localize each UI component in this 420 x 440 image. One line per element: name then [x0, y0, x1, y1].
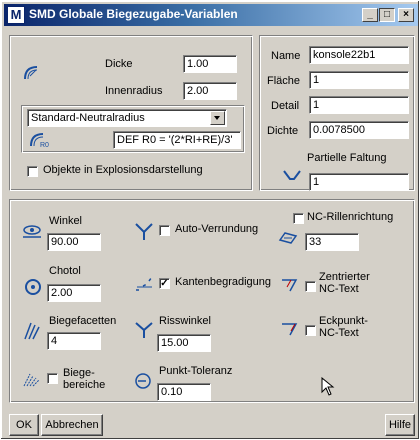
point-tolerance-icon	[135, 373, 151, 389]
close-button[interactable]: ×	[398, 8, 414, 22]
partielle-faltung-label: Partielle Faltung	[307, 152, 387, 164]
punkt-toleranz-field[interactable]: 0.10	[157, 383, 211, 401]
dicke-field[interactable]: 1.00	[183, 55, 237, 73]
chotol-field[interactable]: 2.00	[47, 284, 101, 302]
kantenbegradigung-label: Kantenbegradigung	[175, 276, 272, 288]
partial-fold-icon	[283, 170, 301, 180]
svg-text:R0: R0	[40, 142, 49, 149]
title-bar[interactable]: M SMD Globale Biegezugabe-Variablen _ □ …	[4, 4, 418, 26]
name-field[interactable]: konsole22b1	[309, 46, 409, 64]
cancel-button[interactable]: Abbrechen	[41, 414, 103, 436]
nc-rillenrichtung-checkbox[interactable]	[293, 213, 304, 224]
minimize-button[interactable]: _	[362, 8, 378, 22]
flaeche-label: Fläche	[267, 75, 301, 87]
innenradius-field[interactable]: 2.00	[183, 82, 237, 100]
window-title: SMD Globale Biegezugabe-Variablen	[29, 7, 238, 21]
flaeche-field[interactable]: 1	[309, 71, 409, 89]
angle-eye-icon	[23, 225, 41, 238]
app-logo-icon: M	[7, 6, 25, 24]
chord-tolerance-icon	[25, 279, 41, 295]
biegefacetten-field[interactable]: 4	[47, 332, 101, 350]
chevron-down-icon[interactable]	[210, 111, 225, 125]
eckpunkt-nc-text-checkbox[interactable]	[305, 325, 316, 336]
maximize-button[interactable]: □	[379, 8, 395, 22]
kantenbegradigung-checkbox[interactable]: ✓	[159, 278, 170, 289]
eckpunkt-label-2: NC-Text	[319, 327, 359, 339]
neutralradius-select-value: Standard-Neutralradius	[31, 112, 145, 124]
biegebereiche-label-1: Biege-	[63, 367, 95, 379]
tear-angle-icon	[135, 322, 153, 338]
nc-groove-icon	[278, 232, 298, 244]
nc-rillenrichtung-label: NC-Rillenrichtung	[307, 211, 394, 223]
bend-radius-icon	[24, 66, 38, 80]
risswinkel-field[interactable]: 15.00	[157, 334, 211, 352]
edge-straighten-icon	[136, 276, 153, 291]
auto-verrundung-label: Auto-Verrundung	[175, 223, 259, 235]
partielle-faltung-field[interactable]: 1	[309, 173, 409, 191]
name-label: Name	[271, 50, 301, 62]
explosion-label: Objekte in Explosionsdarstellung	[43, 164, 203, 176]
nc-text-corner-icon	[282, 323, 298, 336]
explosion-checkbox[interactable]	[27, 166, 38, 177]
dichte-field[interactable]: 0.0078500	[309, 121, 409, 139]
auto-fillet-icon	[135, 223, 153, 240]
detail-field[interactable]: 1	[309, 96, 409, 114]
dialog-window: M SMD Globale Biegezugabe-Variablen _ □ …	[0, 0, 420, 440]
biegebereiche-checkbox[interactable]	[47, 373, 58, 384]
bend-areas-icon	[23, 373, 40, 387]
chotol-label: Chotol	[49, 265, 81, 277]
biegebereiche-label-2: bereiche	[63, 379, 106, 391]
neutral-radius-icon: R0	[30, 133, 49, 149]
dicke-label: Dicke	[105, 58, 133, 70]
mouse-pointer-icon	[321, 377, 335, 396]
help-button[interactable]: Hilfe	[385, 414, 415, 436]
biegefacetten-label: Biegefacetten	[49, 315, 117, 327]
risswinkel-label: Risswinkel	[159, 315, 211, 327]
winkel-label: Winkel	[49, 215, 83, 227]
eckpunkt-label-1: Eckpunkt-	[319, 315, 368, 327]
ok-button[interactable]: OK	[9, 414, 39, 436]
zentrierter-label-2: NC-Text	[319, 283, 359, 295]
dichte-label: Dichte	[267, 125, 299, 137]
nc-text-center-icon	[282, 279, 298, 292]
zentrierter-nc-text-checkbox[interactable]	[305, 281, 316, 292]
nc-rillenrichtung-field[interactable]: 33	[305, 233, 359, 251]
auto-verrundung-checkbox[interactable]	[159, 225, 170, 236]
formula-field[interactable]: DEF R0 = '(2*RI+RE)/3'	[113, 131, 241, 149]
bend-facets-icon	[24, 322, 40, 340]
neutralradius-select[interactable]: Standard-Neutralradius	[27, 109, 227, 127]
innenradius-label: Innenradius	[105, 85, 163, 97]
detail-label: Detail	[271, 100, 300, 112]
zentrierter-label-1: Zentrierter	[319, 271, 370, 283]
winkel-field[interactable]: 90.00	[47, 233, 101, 251]
punkt-toleranz-label: Punkt-Toleranz	[159, 365, 233, 377]
